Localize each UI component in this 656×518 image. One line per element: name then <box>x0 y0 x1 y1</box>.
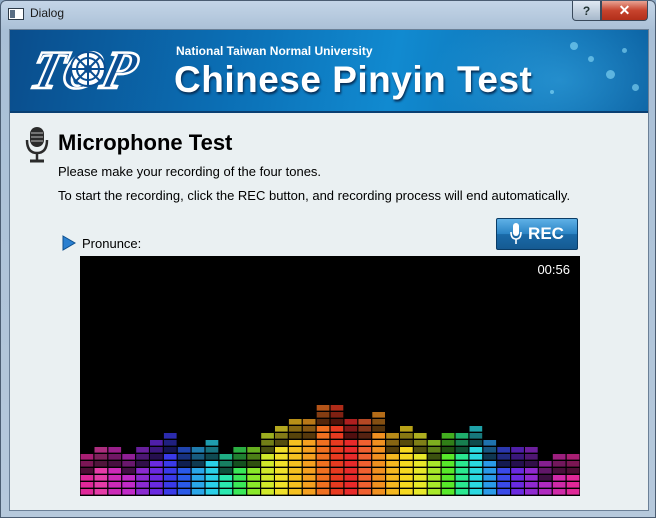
visualizer-column <box>538 461 552 495</box>
header-banner: TOP National Taiwan Normal University Ch… <box>10 30 648 113</box>
visualizer-column <box>316 405 330 495</box>
visualizer-column <box>400 426 413 495</box>
visualizer-column <box>427 440 441 495</box>
audio-visualizer: 00:56 <box>80 256 580 496</box>
microphone-icon <box>24 126 50 169</box>
rec-button[interactable]: REC <box>496 218 578 250</box>
visualizer-column <box>372 412 385 495</box>
instruction-text: To start the recording, click the REC bu… <box>58 188 571 203</box>
visualizer-column <box>483 440 497 495</box>
dialog-window: Dialog ? ✕ TOP <box>0 0 656 518</box>
visualizer-column <box>80 454 94 495</box>
visualizer-column <box>330 405 344 495</box>
top-logo: TOP <box>23 38 164 105</box>
university-name: National Taiwan Normal University <box>176 44 373 58</box>
visualizer-column <box>302 419 316 495</box>
visualizer-column <box>455 433 469 495</box>
rec-button-label: REC <box>528 224 564 243</box>
visualizer-column <box>205 440 219 495</box>
window-icon <box>8 8 24 20</box>
pronounce-label: Pronunce: <box>82 236 142 251</box>
microphone-icon <box>510 223 522 244</box>
visualizer-column <box>552 454 566 495</box>
visualizer-column <box>358 419 372 495</box>
dialog-content: TOP National Taiwan Normal University Ch… <box>9 29 649 511</box>
visualizer-column <box>469 426 483 495</box>
play-icon[interactable] <box>62 235 76 256</box>
visualizer-column <box>150 440 163 495</box>
visualizer-column <box>288 419 302 495</box>
visualizer-column <box>344 419 358 495</box>
visualizer-column <box>386 433 399 495</box>
visualizer-column <box>413 433 427 495</box>
recording-timer: 00:56 <box>537 262 570 277</box>
visualizer-column <box>497 447 510 495</box>
window-title: Dialog <box>30 6 65 20</box>
instruction-text: Please make your recording of the four t… <box>58 164 322 179</box>
visualizer-column <box>275 426 288 495</box>
product-title: Chinese Pinyin Test <box>174 59 533 100</box>
visualizer-column <box>177 447 191 495</box>
section-heading: Microphone Test <box>58 130 233 155</box>
visualizer-column <box>525 447 538 495</box>
visualizer-column <box>566 454 580 495</box>
title-bar[interactable]: Dialog ? ✕ <box>1 1 655 29</box>
visualizer-column <box>108 447 122 495</box>
visualizer-column <box>511 447 524 495</box>
visualizer-column <box>441 433 455 495</box>
visualizer-column <box>122 454 135 495</box>
visualizer-column <box>136 447 149 495</box>
close-button[interactable]: ✕ <box>601 1 648 21</box>
visualizer-bars <box>80 405 580 495</box>
visualizer-column <box>219 454 233 495</box>
visualizer-column <box>247 447 260 495</box>
visualizer-column <box>233 447 247 495</box>
visualizer-column <box>163 433 177 495</box>
visualizer-column <box>191 447 205 495</box>
help-button[interactable]: ? <box>572 1 601 21</box>
visualizer-column <box>94 447 108 495</box>
visualizer-column <box>261 433 274 495</box>
